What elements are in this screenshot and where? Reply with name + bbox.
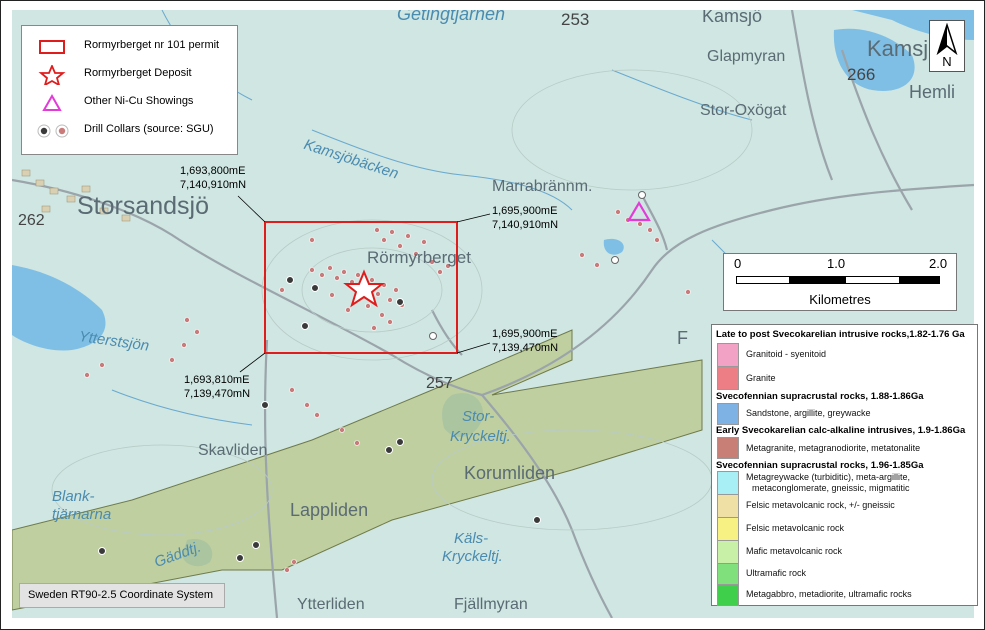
- label-kamsjo: Kamsjö: [702, 10, 763, 26]
- label-glapmyran: Glapmyran: [707, 48, 786, 65]
- north-arrow-icon: [936, 23, 958, 56]
- geology-group-heading: Early Svecokarelian calc-alkaline intrus…: [716, 425, 966, 436]
- scale-bar: 0 1.0 2.0 Kilometres: [723, 253, 957, 311]
- label-kamsj: Kamsj: [867, 36, 929, 61]
- corner-label-ne: 1,695,900mE 7,140,910mN: [492, 205, 559, 231]
- map-legend: Rormyrberget nr 101 permit Rormyrberget …: [21, 25, 238, 155]
- label-rormyrberget: Rörmyrberget: [367, 248, 471, 267]
- geology-group-heading: Svecofennian supracrustal rocks, 1.96-1.…: [716, 460, 924, 471]
- label-blank: Blank-: [52, 488, 95, 505]
- swatch-felsic-gneissic: [717, 494, 739, 518]
- legend-item-deposit: Rormyrberget Deposit: [22, 62, 237, 86]
- label-hemli: Hemli: [909, 82, 956, 102]
- label-kryckeltj: Kryckeltj.: [450, 428, 511, 445]
- label-skavliden: Skavliden: [198, 442, 268, 459]
- corner-label-sw: 1,693,810mE 7,139,470mN: [184, 374, 251, 400]
- label-road-257: 257: [426, 375, 453, 392]
- scale-segment-1: [736, 276, 790, 284]
- legend-item-permit: Rormyrberget nr 101 permit: [22, 34, 237, 58]
- ni-cu-showing-triangle: [627, 200, 651, 222]
- label-marrabrannm: Marrabrännm.: [492, 178, 593, 195]
- label-stor: Stor-: [462, 408, 495, 425]
- rormyrberget-deposit-star: [343, 269, 385, 308]
- label-f: F: [677, 328, 688, 348]
- geology-group-heading: Svecofennian supracrustal rocks, 1.88-1.…: [716, 391, 924, 402]
- label-lappliden: Lappliden: [290, 500, 369, 520]
- label-road-262: 262: [18, 212, 45, 229]
- label-ytterliden: Ytterliden: [297, 596, 365, 613]
- label-kryckeltj-2: Kryckeltj.: [442, 548, 503, 565]
- swatch-granitoid: [717, 343, 739, 367]
- swatch-granite: [717, 366, 739, 390]
- legend-item-showings: Other Ni-Cu Showings: [22, 90, 237, 114]
- swatch-felsic: [717, 517, 739, 541]
- legend-item-drill-collars: Drill Collars (source: SGU): [22, 118, 237, 142]
- label-kals: Käls-: [454, 530, 489, 547]
- label-tjarnarna: tjärnarna: [52, 506, 112, 523]
- magenta-triangle-icon: [42, 93, 62, 111]
- drill-collar-icon: [37, 124, 69, 138]
- scale-segment-3: [845, 276, 900, 284]
- label-fjallmyran: Fjällmyran: [454, 596, 528, 613]
- label-stor-oxogat: Stor-Oxögat: [700, 102, 787, 119]
- corner-label-se: 1,695,900mE 7,139,470mN: [492, 328, 559, 354]
- lake-small-1: [603, 238, 624, 255]
- scale-segment-4: [900, 276, 940, 284]
- red-star-icon: [38, 65, 66, 85]
- label-korumliden: Korumliden: [464, 463, 556, 483]
- coordinate-system-label: Sweden RT90-2.5 Coordinate System: [19, 583, 225, 608]
- swatch-metagranite: [717, 437, 739, 459]
- scale-segment-2: [790, 276, 845, 284]
- swatch-ultramafic: [717, 563, 739, 585]
- swatch-mafic: [717, 540, 739, 564]
- geology-group-heading: Late to post Svecokarelian intrusive roc…: [716, 329, 965, 340]
- label-storsandsjo: Storsandsjö: [77, 192, 210, 220]
- swatch-metagabbro: [717, 584, 739, 606]
- label-road-266: 266: [847, 65, 876, 84]
- swatch-metagreywacke: [717, 471, 739, 495]
- north-arrow: N: [929, 20, 965, 72]
- geology-belt-felsic: [12, 329, 703, 611]
- red-rectangle-icon: [39, 40, 65, 54]
- corner-label-nw: 1,693,800mE 7,140,910mN: [180, 165, 247, 191]
- label-getingtjarnen: Getingtjärnen: [397, 10, 506, 24]
- swatch-sandstone: [717, 403, 739, 425]
- label-road-253: 253: [561, 10, 590, 29]
- geology-legend: Late to post Svecokarelian intrusive roc…: [711, 324, 978, 606]
